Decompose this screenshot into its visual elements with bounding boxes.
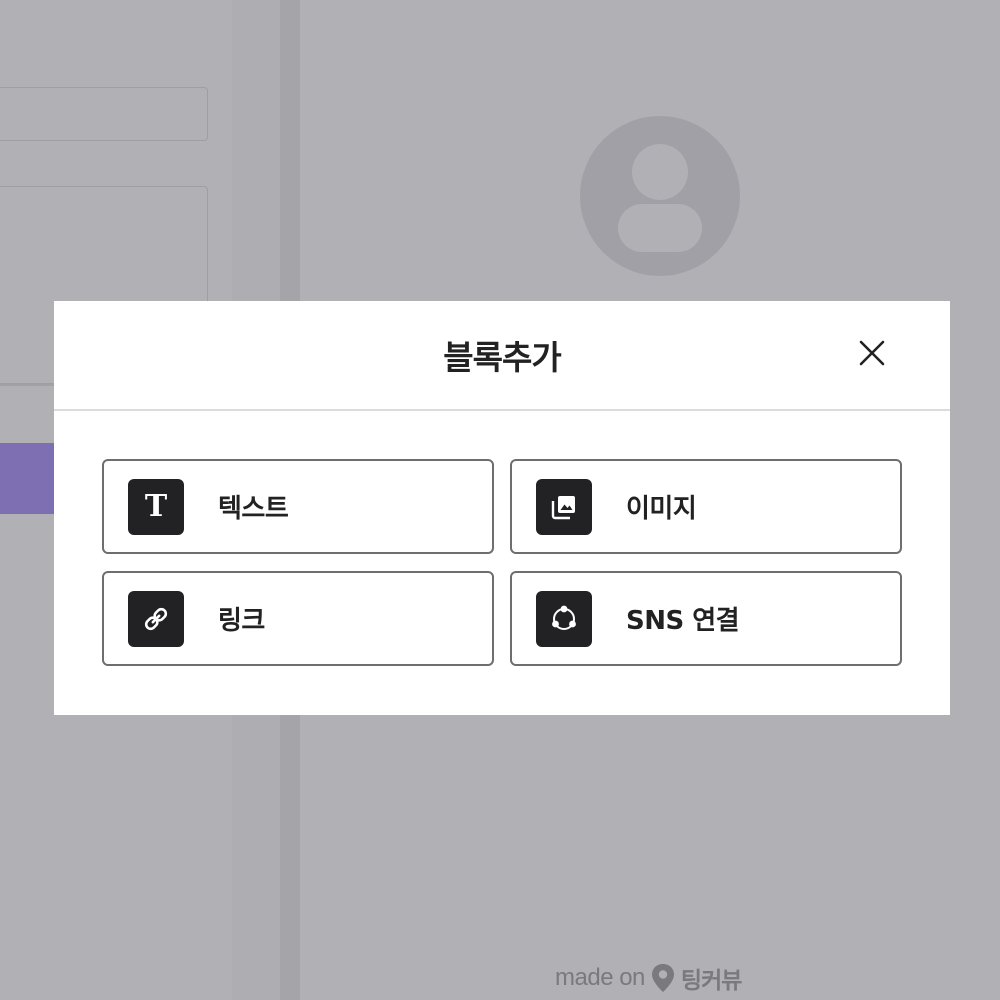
option-label: SNS 연결 [626,606,740,636]
title-input[interactable] [0,87,208,141]
modal-title: 블록추가 [443,338,561,377]
add-sns-block-button[interactable]: SNS 연결 [510,571,902,666]
close-button[interactable] [854,337,890,373]
made-on-credit[interactable]: made on 팅커뷰 [555,958,742,998]
avatar-head-shape [632,144,688,200]
modal-header: 블록추가 [54,301,950,411]
avatar-body-shape [618,204,702,252]
app-screen: made on 팅커뷰 블록추가 T 텍스트 이미지 링크 SNS 연결 [0,0,1000,1000]
option-label: 링크 [218,606,265,636]
add-block-modal: 블록추가 T 텍스트 이미지 링크 SNS 연결 [54,301,950,715]
block-options: T 텍스트 이미지 링크 SNS 연결 [102,459,902,666]
brand-name: 팅커뷰 [680,968,742,994]
text-icon: T [128,478,184,535]
close-icon [858,339,886,371]
made-on-text: made on [555,964,645,991]
link-icon [128,590,184,647]
add-block-button[interactable] [0,443,60,514]
add-text-block-button[interactable]: T 텍스트 [102,459,494,554]
add-image-block-button[interactable]: 이미지 [510,459,902,554]
share-icon [536,590,592,647]
profile-avatar[interactable] [580,116,740,276]
location-pin-icon [651,963,675,993]
option-label: 이미지 [626,494,697,524]
option-label: 텍스트 [218,494,289,524]
image-icon [536,478,592,535]
add-link-block-button[interactable]: 링크 [102,571,494,666]
